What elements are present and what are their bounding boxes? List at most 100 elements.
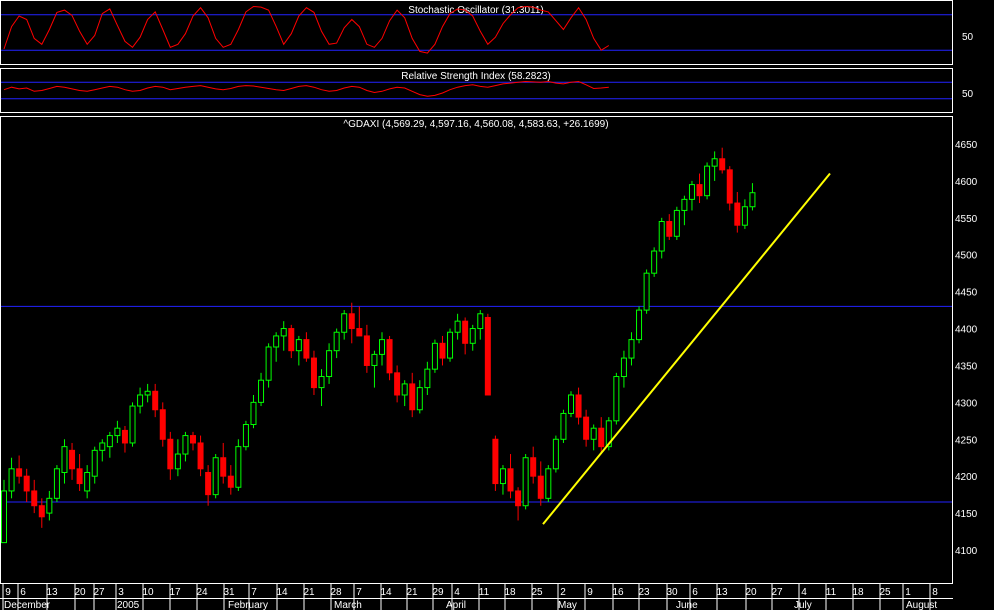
candle [341, 310, 348, 340]
x-tick-label: 3 [118, 587, 124, 598]
candle-body-up [552, 438, 559, 470]
rsi-panel: Relative Strength Index (58.2823) 50 [1, 71, 974, 100]
candle [38, 498, 45, 528]
candle-body-down [16, 468, 23, 477]
candle-body-down [227, 475, 234, 488]
price-tick-label: 4650 [955, 140, 978, 151]
candle [46, 490, 53, 521]
x-month-label: December [4, 600, 51, 610]
candle [333, 328, 340, 359]
candle-body-down [38, 505, 45, 518]
candle [492, 435, 499, 491]
candle-body-up [46, 497, 53, 514]
candle [295, 335, 302, 366]
x-tick-label: 25 [879, 587, 891, 598]
candle-body-down [537, 475, 544, 499]
price-y-axis: 4650 4600 4550 4500 4450 4400 4350 4300 4250 4200… [955, 140, 978, 557]
candle [227, 465, 234, 495]
candle [61, 439, 68, 484]
candle-body-down [303, 339, 310, 359]
candle [469, 324, 476, 351]
candle-body-up [106, 435, 113, 448]
candle [575, 387, 582, 425]
candle [363, 324, 370, 373]
candle [348, 302, 355, 344]
candle [273, 332, 280, 362]
candle [620, 350, 627, 388]
candle-body-up [295, 339, 302, 352]
candle-body-up [242, 424, 249, 448]
candle [258, 372, 265, 407]
candle-body-down [31, 490, 38, 507]
price-tick-label: 4250 [955, 435, 978, 446]
x-tick-label: 14 [276, 587, 288, 598]
candle [31, 479, 38, 514]
candle-body-up [182, 435, 189, 455]
candle [666, 214, 673, 240]
rsi-line [3, 80, 609, 97]
x-tick-label: 6 [692, 587, 698, 598]
candle [84, 465, 91, 499]
candle [235, 439, 242, 491]
x-tick-label: 4 [801, 587, 807, 598]
candle-body-down [507, 468, 514, 492]
candle-body-up [688, 184, 695, 200]
candle-body-down [394, 372, 401, 396]
candle-body-up [174, 453, 181, 470]
candle-body-up [681, 198, 688, 211]
candle-body-up [613, 376, 620, 422]
candle-body-up [84, 471, 91, 492]
candle [106, 431, 113, 458]
candle-body-up [568, 394, 574, 414]
candle [545, 465, 552, 503]
trendline [542, 172, 831, 525]
candle [507, 454, 514, 499]
candle [711, 151, 718, 181]
candle-body-down [159, 409, 166, 440]
candle [16, 455, 23, 484]
x-tick-label: 7 [356, 587, 362, 598]
candle-body-down [719, 158, 726, 171]
candle [182, 431, 189, 462]
candle-body-up [636, 309, 643, 341]
candle-body-up [144, 390, 151, 396]
x-tick-label: 11 [479, 587, 490, 598]
candle [613, 372, 620, 425]
candle-body-down [363, 335, 370, 366]
price-tick-label: 4500 [955, 251, 978, 262]
candle-body-up [424, 368, 431, 389]
candle [673, 206, 680, 240]
candle-body-down [23, 475, 30, 492]
candle [447, 328, 454, 362]
x-tick-label: 10 [142, 587, 154, 598]
candle [144, 383, 151, 403]
candle-body-up [477, 313, 484, 330]
rsi-tick-label: 50 [962, 89, 974, 100]
candle-body-up [318, 376, 325, 389]
price-tick-label: 4550 [955, 214, 978, 225]
candle-body-up [469, 328, 476, 344]
candle [356, 306, 363, 337]
candle-body-up [235, 446, 242, 488]
candle-body-up [673, 209, 680, 237]
candle-body-down [69, 449, 76, 470]
candle [704, 162, 711, 200]
candle-body-down [598, 427, 605, 448]
candle [734, 191, 741, 233]
rsi-title: Relative Strength Index (58.2823) [401, 71, 551, 82]
candle-body-up [1, 490, 7, 544]
candle [310, 350, 317, 395]
candle [53, 465, 60, 503]
price-tick-label: 4400 [955, 325, 978, 336]
candle [69, 442, 76, 480]
stochastic-tick-label: 50 [962, 32, 974, 43]
candle [439, 335, 446, 366]
candle [288, 324, 295, 359]
candle [560, 409, 567, 443]
candle [242, 420, 249, 451]
candle [99, 439, 106, 462]
candle-body-up [99, 442, 106, 451]
candle-body-down [666, 221, 673, 237]
x-tick-label: 23 [638, 587, 650, 598]
x-tick-label: 20 [74, 587, 86, 598]
